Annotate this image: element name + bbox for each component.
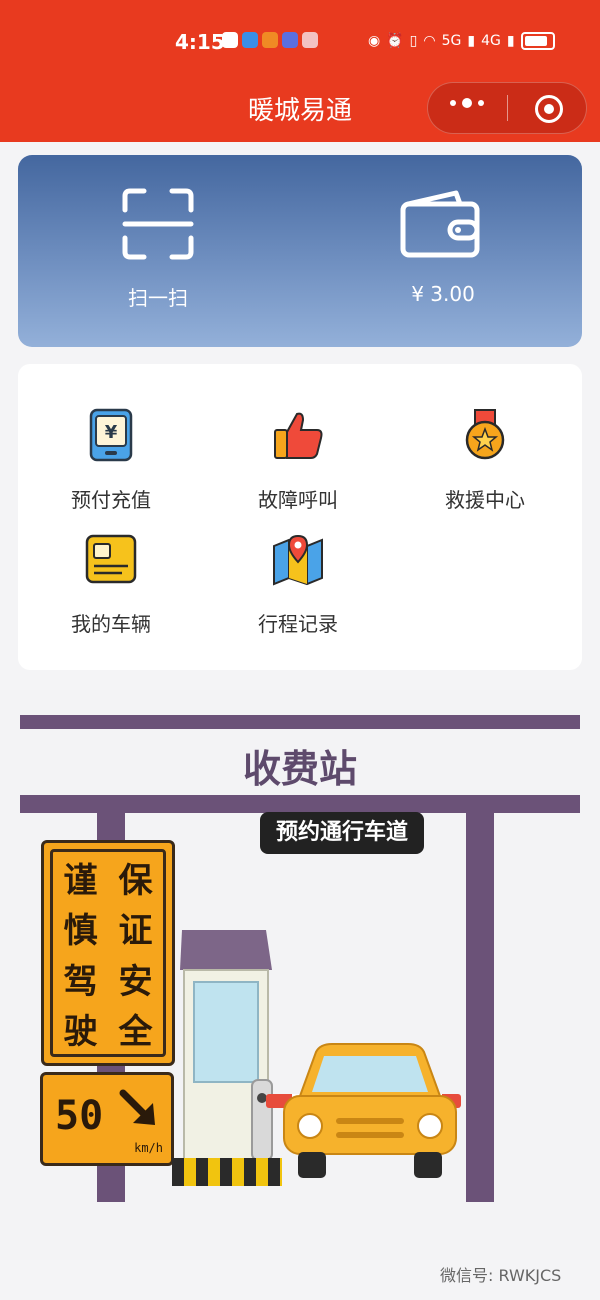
map-pin-icon — [273, 534, 323, 586]
banner-title: 收费站 — [242, 747, 357, 791]
alarm-icon: ⏰ — [386, 33, 404, 49]
more-menu-icon[interactable] — [450, 98, 484, 108]
sign-char: 驶 — [63, 1012, 98, 1053]
vehicle-card-icon — [85, 534, 137, 584]
service-trip-records[interactable]: 行程记录 — [218, 532, 378, 637]
status-right: ◉ ⏰ ▯ ◠ 5G ▮ 4G ▮ — [368, 32, 555, 50]
car-illustration — [283, 1043, 457, 1178]
prepaid-card-icon: ¥ — [89, 408, 133, 462]
service-label: 我的车辆 — [71, 612, 151, 636]
sign-char: 安 — [118, 961, 153, 1002]
video-icon — [262, 32, 278, 48]
sign-char: 全 — [118, 1012, 153, 1053]
service-rescue-center[interactable]: 救援中心 — [405, 408, 565, 513]
speed-limit-sign: 50 km/h — [40, 1072, 174, 1166]
scan-icon[interactable] — [122, 188, 194, 260]
eye-icon: ◉ — [368, 33, 381, 49]
reserved-lane-label: 预约通行车道 — [260, 812, 425, 854]
browser-icon — [242, 32, 258, 48]
network-4g: 4G — [481, 33, 501, 49]
service-label: 行程记录 — [258, 612, 338, 636]
toll-gate-beam — [20, 795, 580, 813]
signal-icon-2: ▮ — [506, 33, 515, 49]
services-card: ¥ 预付充值 故障呼叫 救援中心 我的车辆 行程记录 — [18, 364, 582, 670]
signal-icon: ▮ — [467, 33, 476, 49]
toll-booth — [180, 930, 273, 1160]
capsule-divider — [507, 95, 508, 121]
balance-label[interactable]: ¥ 3.00 — [388, 282, 498, 306]
svg-text:¥: ¥ — [105, 422, 118, 443]
mini-program-capsule — [427, 82, 587, 134]
sign-char: 谨 — [63, 860, 98, 901]
speed-value: 50 — [55, 1093, 104, 1139]
toll-gate-post-right — [466, 812, 494, 1202]
service-prepaid-recharge[interactable]: ¥ 预付充值 — [31, 408, 191, 513]
service-fault-call[interactable]: 故障呼叫 — [218, 408, 378, 513]
wechat-icon — [222, 32, 238, 48]
network-5g: 5G — [441, 33, 462, 49]
service-label: 故障呼叫 — [258, 488, 338, 512]
speed-unit: km/h — [134, 1141, 163, 1155]
banner-top-beam — [20, 715, 580, 729]
sign-char: 证 — [118, 911, 153, 952]
vibrate-icon: ▯ — [409, 33, 418, 49]
service-label: 救援中心 — [445, 488, 525, 512]
sign-char: 慎 — [63, 911, 98, 952]
gift-icon — [302, 32, 318, 48]
safety-sign: 谨 保 慎 证 驾 安 驶 全 — [41, 840, 175, 1066]
close-mini-program-icon[interactable] — [535, 95, 563, 123]
wechat-watermark: 微信号: RWKJCS — [440, 1266, 562, 1285]
status-time: 4:15 — [175, 30, 225, 54]
wifi-icon: ◠ — [423, 33, 436, 49]
notification-icons — [222, 32, 318, 48]
sign-char: 驾 — [63, 961, 98, 1002]
scan-label[interactable]: 扫一扫 — [108, 282, 208, 311]
quick-actions-card — [18, 155, 582, 347]
sign-char: 保 — [118, 860, 153, 901]
service-label: 预付充值 — [71, 488, 151, 512]
medal-icon — [465, 409, 505, 460]
service-my-vehicle[interactable]: 我的车辆 — [31, 532, 191, 637]
music-icon — [282, 32, 298, 48]
battery-icon — [520, 32, 555, 50]
thumbs-up-icon — [274, 412, 323, 459]
arrow-down-right-icon — [119, 1089, 155, 1125]
warning-stripes — [172, 1158, 282, 1186]
wallet-icon[interactable] — [400, 190, 480, 258]
